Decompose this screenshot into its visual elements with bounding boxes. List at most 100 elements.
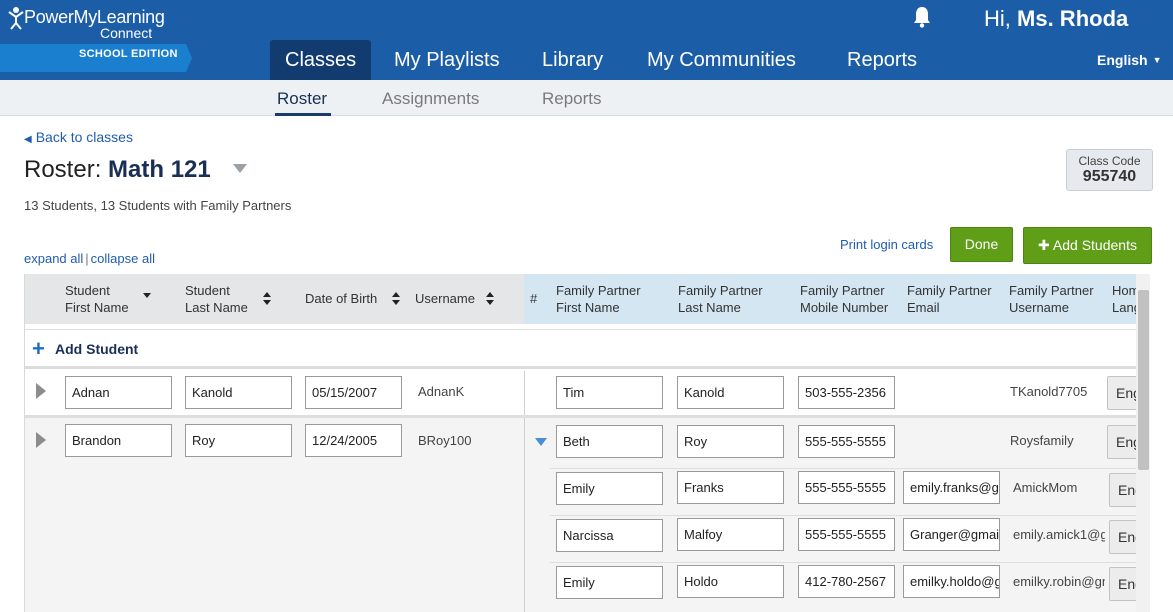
user-greeting[interactable]: Hi, Ms. Rhoda [984,6,1128,32]
scrollbar-thumb[interactable] [1138,290,1149,470]
expand-collapse-controls: expand all | collapse all [24,251,155,266]
fp-first-name-field[interactable]: Emily [556,566,663,599]
expand-all-link[interactable]: expand all [24,251,83,266]
header-student-last-name[interactable]: Student Last Name [185,282,255,316]
class-select-caret-icon[interactable] [233,164,247,173]
language-selector[interactable]: English ▼ [1097,52,1161,68]
plus-icon: + [32,336,45,361]
expand-row-icon[interactable] [36,432,46,448]
header-fp-username: Family Partner Username [1009,283,1094,315]
partner-row-separator [550,468,1146,469]
nav-tab-library[interactable]: Library [527,40,618,80]
fp-mobile-field[interactable]: 555-555-5555 [798,425,895,458]
header-fp-mobile: Family Partner Mobile Number [800,283,889,315]
sort-desc-icon[interactable] [143,290,151,304]
sort-icon[interactable] [392,292,400,306]
brand-sub: Connect [100,25,153,41]
roster-table: Student First Name Student Last Name Dat… [24,274,1146,612]
brand-logo[interactable]: PowerMyLearning Connect SCHOOL EDITION [0,0,200,80]
expand-row-icon[interactable] [36,383,46,399]
top-bar: PowerMyLearning Connect SCHOOL EDITION C… [0,0,1173,80]
student-username: BRoy100 [418,433,472,448]
language-label: English [1097,52,1148,68]
fp-username: AmickMom [1013,480,1078,495]
add-students-label: Add Students [1052,237,1137,253]
fp-email-field[interactable]: emily.franks@gmail.com [903,471,1000,504]
fp-last-name-field[interactable]: Holdo [677,565,784,598]
back-arrow-icon: ◀ [24,134,32,145]
back-to-classes-link[interactable]: ◀ Back to classes [24,129,133,145]
partner-row-separator [550,562,1146,563]
class-code-label: Class Code [1078,154,1141,168]
separator: | [85,251,89,266]
partner-row-separator [550,515,1146,516]
collapse-partners-icon[interactable] [535,438,547,446]
fp-last-name-field[interactable]: Roy [677,425,784,458]
sort-icon[interactable] [486,292,494,306]
fp-mobile-field[interactable]: 555-555-5555 [798,518,895,551]
fp-mobile-field[interactable]: 555-555-5555 [798,471,895,504]
nav-tab-reports[interactable]: Reports [832,40,932,80]
class-code-box: Class Code 955740 [1066,149,1153,191]
bell-icon[interactable] [912,6,932,28]
person-figure-icon [8,6,24,30]
fp-first-name-field[interactable]: Beth [556,425,663,458]
roster-summary: 13 Students, 13 Students with Family Par… [24,198,292,213]
add-student-label: Add Student [55,341,139,357]
title-prefix: Roster: [24,156,102,183]
header-student-first-name[interactable]: Student First Name [65,282,135,316]
header-fp-first-name: Family Partner First Name [556,283,641,315]
sort-icon[interactable] [263,292,271,306]
collapse-all-link[interactable]: collapse all [91,251,155,266]
student-last-name-field[interactable]: Kanold [185,376,292,409]
nav-tab-my-communities[interactable]: My Communities [632,40,811,80]
header-username[interactable]: Username [415,290,475,307]
class-code-value: 955740 [1082,168,1137,185]
class-name: Math 121 [108,156,211,183]
plus-icon: ✚ [1038,237,1050,253]
student-last-name-field[interactable]: Roy [185,424,292,457]
subtab-roster[interactable]: Roster [274,89,332,116]
date-of-birth-field[interactable]: 05/15/2007 [305,376,402,409]
print-login-cards-link[interactable]: Print login cards [840,237,933,252]
fp-username: emilky.robin@gmail.com [1013,574,1105,589]
greeting-text: Hi, [984,6,1011,31]
fp-first-name-field[interactable]: Emily [556,472,663,505]
header-number: # [530,291,538,306]
student-username: AdnanK [418,384,465,399]
table-header: Student First Name Student Last Name Dat… [25,274,1146,324]
fp-username: Roysfamily [1010,433,1074,448]
fp-username: TKanold7705 [1010,384,1088,399]
header-date-of-birth[interactable]: Date of Birth [305,290,377,307]
sub-nav: Roster Assignments Reports [0,80,1173,116]
fp-email-field[interactable]: emilky.holdo@gmail.com [903,565,1000,598]
nav-tab-classes[interactable]: Classes [270,40,372,80]
fp-email-field[interactable]: Granger@gmail.com [903,518,1000,551]
user-name: Ms. Rhoda [1017,6,1129,31]
fp-last-name-field[interactable]: Franks [677,471,784,504]
fp-first-name-field[interactable]: Narcissa [556,519,663,552]
fp-mobile-field[interactable]: 503-555-2356 [798,376,895,409]
column-divider [524,371,525,415]
fp-mobile-field[interactable]: 412-780-2567 [798,565,895,598]
column-divider [524,418,525,612]
add-students-button[interactable]: ✚ Add Students [1023,227,1152,264]
back-label: Back to classes [35,129,133,145]
add-student-row[interactable]: + Add Student [25,329,1146,369]
subtab-assignments[interactable]: Assignments [382,89,479,109]
fp-username: emily.amick1@gmail.com [1013,527,1105,542]
student-first-name-field[interactable]: Brandon [65,424,172,457]
brand-edition: SCHOOL EDITION [79,48,178,60]
date-of-birth-field[interactable]: 12/24/2005 [305,424,402,457]
header-fp-last-name: Family Partner Last Name [678,283,763,315]
header-fp-email: Family Partner Email [907,283,992,315]
subtab-reports[interactable]: Reports [542,89,602,109]
fp-first-name-field[interactable]: Tim [556,376,663,409]
student-first-name-field[interactable]: Adnan [65,376,172,409]
page-title: Roster: Math 121 [24,156,211,184]
fp-last-name-field[interactable]: Malfoy [677,518,784,551]
fp-last-name-field[interactable]: Kanold [677,376,784,409]
done-button[interactable]: Done [950,227,1013,262]
nav-tab-my-playlists[interactable]: My Playlists [379,40,515,80]
chevron-down-icon: ▼ [1152,55,1162,65]
